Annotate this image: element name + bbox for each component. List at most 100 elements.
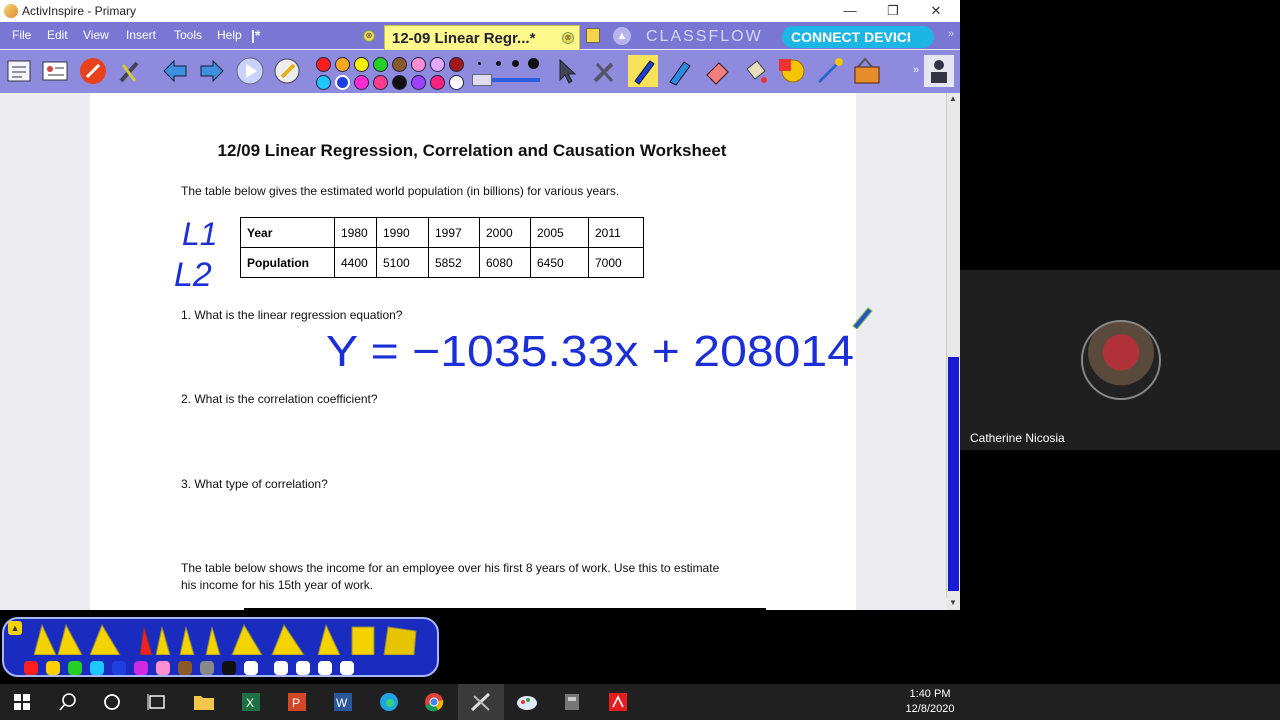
clear-icon[interactable] [78, 55, 108, 87]
resource-library-icon[interactable] [852, 55, 882, 87]
file-explorer-icon[interactable] [192, 690, 216, 714]
app-icon[interactable] [560, 690, 584, 714]
tray-color[interactable] [200, 661, 214, 675]
close-button[interactable]: ✕ [926, 2, 946, 20]
color-palette [316, 56, 466, 92]
paint-icon[interactable] [515, 690, 539, 714]
eraser-icon[interactable] [702, 55, 732, 87]
tab-close-icon[interactable]: ⊗ [562, 32, 574, 44]
search-icon[interactable] [56, 690, 80, 714]
ink-l2: L2 [174, 256, 212, 294]
edge-icon[interactable] [377, 690, 401, 714]
tab-close-icon[interactable]: ⊗ [363, 30, 375, 42]
color-swatch[interactable] [335, 57, 350, 72]
color-swatch[interactable] [316, 57, 331, 72]
menu-edit[interactable]: Edit [47, 28, 68, 42]
table-row: Year 1980 1990 1997 2000 2005 2011 [240, 217, 644, 248]
color-swatch[interactable] [411, 75, 426, 90]
color-swatch[interactable] [430, 75, 445, 90]
tray-color[interactable] [222, 661, 236, 675]
next-page-icon[interactable] [197, 55, 227, 87]
tray-collapse-icon[interactable]: ▲ [8, 621, 22, 635]
activinspire-taskbar-icon [470, 692, 491, 712]
system-clock[interactable]: 1:40 PM 12/8/2020 [890, 687, 970, 717]
color-swatch[interactable] [316, 75, 331, 90]
tray-color[interactable] [296, 661, 310, 675]
tray-color[interactable] [112, 661, 126, 675]
svg-text:X: X [246, 696, 254, 710]
scrollbar-thumb[interactable] [948, 357, 959, 591]
tray-color[interactable] [90, 661, 104, 675]
chrome-icon[interactable] [422, 690, 446, 714]
tray-color[interactable] [340, 661, 354, 675]
pen-tips [33, 623, 417, 655]
color-swatch-selected[interactable] [335, 75, 350, 90]
color-swatch[interactable] [373, 57, 388, 72]
menu-help[interactable]: Help [217, 28, 242, 42]
tray-color[interactable] [134, 661, 148, 675]
tray-color[interactable] [46, 661, 60, 675]
menu-file[interactable]: File [12, 28, 31, 42]
highlighter-icon[interactable] [664, 55, 694, 87]
color-swatch[interactable] [392, 75, 407, 90]
color-swatch[interactable] [411, 57, 426, 72]
color-swatch[interactable] [449, 57, 464, 72]
page-browser-icon[interactable] [40, 55, 70, 87]
tray-color[interactable] [244, 661, 258, 675]
scroll-up-icon[interactable]: ▲ [949, 94, 957, 103]
vertical-scrollbar[interactable]: ▲ [946, 93, 960, 598]
color-swatch[interactable] [354, 57, 369, 72]
window-title: ActivInspire - Primary [22, 4, 137, 18]
table-cell: 6450 [530, 247, 589, 278]
table-cell: 2000 [479, 217, 531, 248]
color-swatch[interactable] [392, 57, 407, 72]
color-swatch[interactable] [430, 57, 445, 72]
tray-color[interactable] [178, 661, 192, 675]
play-icon[interactable] [235, 55, 265, 87]
browser-icon[interactable] [4, 55, 34, 87]
windows-start-icon[interactable] [10, 690, 34, 714]
color-swatch[interactable] [373, 75, 388, 90]
cortana-icon[interactable] [100, 690, 124, 714]
shape-icon[interactable] [776, 55, 806, 87]
color-swatch[interactable] [354, 75, 369, 90]
classflow-logo-icon: ▲ [613, 27, 631, 45]
tray-color[interactable] [156, 661, 170, 675]
connect-device-button[interactable]: CONNECT DEVICI [782, 26, 934, 48]
tray-color[interactable] [68, 661, 82, 675]
tray-color[interactable] [318, 661, 332, 675]
tray-color-dots [24, 661, 384, 675]
annotate-desktop-icon[interactable] [272, 55, 302, 87]
menu-insert[interactable]: Insert [126, 28, 156, 42]
activinspire-logo-icon [4, 4, 18, 18]
powerpoint-icon[interactable]: P [285, 690, 309, 714]
tools-icon[interactable] [115, 55, 145, 87]
select-icon[interactable] [552, 55, 582, 87]
minimize-button[interactable]: — [840, 2, 860, 20]
tray-color[interactable] [24, 661, 38, 675]
menu-tools[interactable]: Tools [174, 28, 202, 42]
task-view-icon[interactable] [145, 690, 169, 714]
toolbox-icon[interactable] [590, 55, 620, 87]
flipchart-page[interactable]: 12/09 Linear Regression, Correlation and… [90, 93, 873, 610]
tray-color[interactable] [274, 661, 288, 675]
restore-button[interactable]: ❐ [883, 2, 903, 20]
taskbar-active-app[interactable] [458, 684, 504, 720]
excel-icon[interactable]: X [239, 690, 263, 714]
flipchart-icon[interactable] [586, 28, 600, 43]
pen-width-slider[interactable] [470, 58, 544, 88]
scroll-down-icon[interactable]: ▼ [946, 598, 960, 610]
dual-user-icon[interactable] [924, 55, 954, 87]
toolbar-overflow-icon[interactable]: » [913, 64, 919, 76]
tab-flipchart[interactable]: 12-09 Linear Regr...* [384, 25, 580, 51]
overflow-chevron-icon[interactable]: » [948, 28, 954, 40]
color-swatch[interactable] [449, 75, 464, 90]
fill-icon[interactable] [740, 55, 770, 87]
word-icon[interactable]: W [331, 690, 355, 714]
menu-view[interactable]: View [83, 28, 109, 42]
previous-page-icon[interactable] [160, 55, 190, 87]
video-tile: Catherine Nicosia [960, 270, 1280, 450]
pen-icon[interactable] [628, 55, 658, 87]
acrobat-icon[interactable] [606, 690, 630, 714]
connector-icon[interactable] [814, 55, 844, 87]
